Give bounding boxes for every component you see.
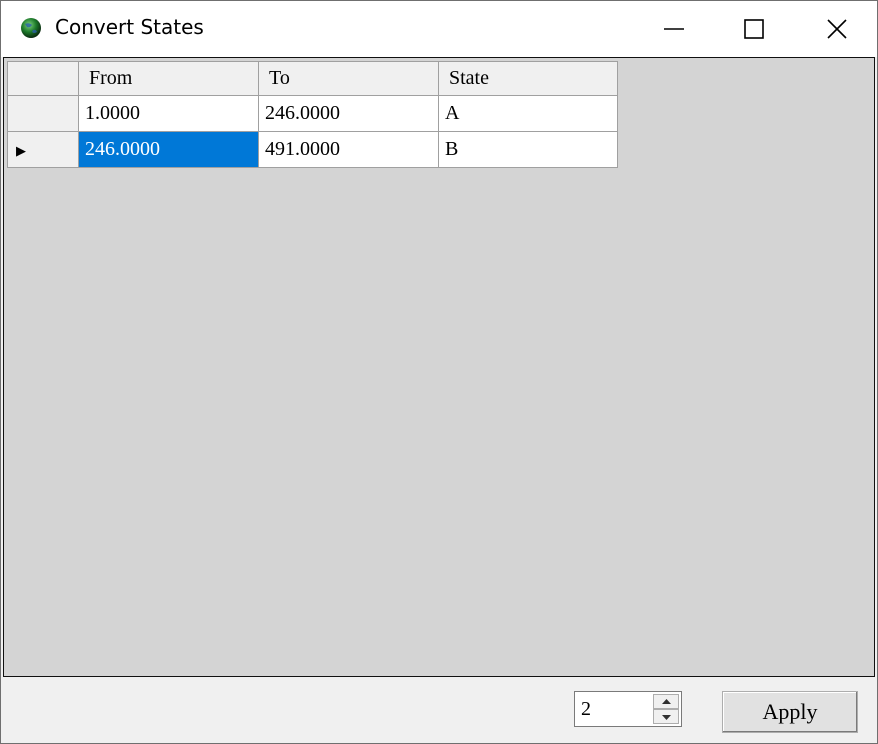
maximize-icon [744, 19, 764, 39]
window-title: Convert States [55, 15, 204, 39]
row-header[interactable]: ▶ [7, 131, 79, 168]
minimize-icon [664, 28, 684, 30]
cell-state[interactable]: B [438, 131, 618, 168]
count-stepper[interactable] [574, 691, 682, 727]
minimize-button[interactable] [634, 1, 714, 57]
cell-from[interactable]: 246.0000 [78, 131, 259, 168]
column-header-from[interactable]: From [78, 61, 259, 96]
arrow-down-icon [661, 714, 671, 720]
close-button[interactable] [797, 1, 877, 57]
stepper-buttons [653, 694, 679, 724]
states-table: From To State 1.0000 246.0000 A ▶ 246.00… [7, 61, 618, 168]
globe-app-icon [21, 18, 41, 38]
column-header-state[interactable]: State [438, 61, 618, 96]
cell-state[interactable]: A [438, 95, 618, 132]
stepper-down-button[interactable] [653, 709, 679, 724]
row-header-corner[interactable] [7, 61, 79, 96]
title-bar[interactable]: Convert States [1, 1, 877, 57]
arrow-up-icon [661, 698, 671, 704]
column-header-to[interactable]: To [258, 61, 439, 96]
row-header[interactable] [7, 95, 79, 132]
table-row[interactable]: ▶ 246.0000 491.0000 B [7, 131, 618, 168]
data-grid-view[interactable]: From To State 1.0000 246.0000 A ▶ 246.00… [3, 57, 875, 677]
table-row[interactable]: 1.0000 246.0000 A [7, 95, 618, 132]
convert-states-window: Convert States From To State 1.0000 246.… [0, 0, 878, 744]
header-row: From To State [7, 61, 618, 96]
maximize-button[interactable] [714, 1, 794, 57]
cell-to[interactable]: 246.0000 [258, 95, 439, 132]
cell-to[interactable]: 491.0000 [258, 131, 439, 168]
current-row-indicator-icon: ▶ [16, 144, 26, 159]
count-input[interactable] [577, 694, 657, 724]
apply-button[interactable]: Apply [722, 691, 858, 733]
stepper-up-button[interactable] [653, 694, 679, 709]
cell-from[interactable]: 1.0000 [78, 95, 259, 132]
close-icon [827, 19, 847, 39]
